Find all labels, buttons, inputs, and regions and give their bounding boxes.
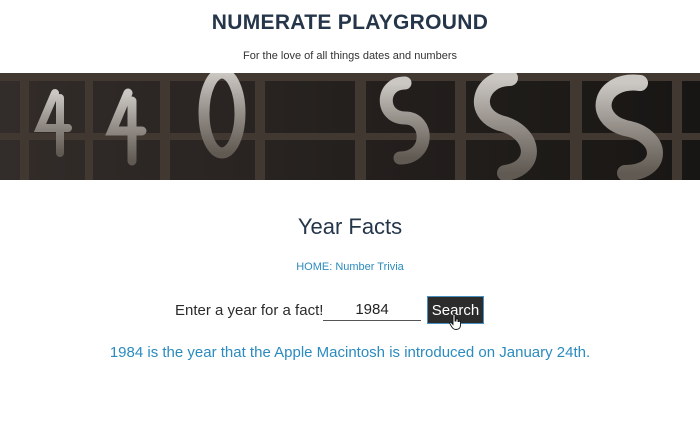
page-title: Year Facts (297, 214, 403, 239)
breadcrumb: HOME: Number Trivia (0, 261, 700, 273)
year-input-label: Enter a year for a fact! (175, 302, 324, 319)
banner-image (0, 73, 700, 180)
fact-result: 1984 is the year that the Apple Macintos… (109, 344, 591, 361)
site-tagline: For the love of all things dates and num… (242, 50, 457, 62)
breadcrumb-home-link[interactable]: HOME: Number Trivia (296, 261, 404, 273)
year-search-form: Enter a year for a fact! Search (0, 296, 700, 326)
main-content: Year Facts HOME: Number Trivia Enter a y… (0, 180, 700, 433)
site-title: NUMERATE PLAYGROUND (211, 11, 489, 34)
hand-pointer-icon (449, 314, 461, 330)
site-header: NUMERATE PLAYGROUND For the love of all … (0, 0, 700, 73)
metal-numbers-photo (0, 73, 700, 180)
year-input[interactable] (323, 299, 421, 321)
